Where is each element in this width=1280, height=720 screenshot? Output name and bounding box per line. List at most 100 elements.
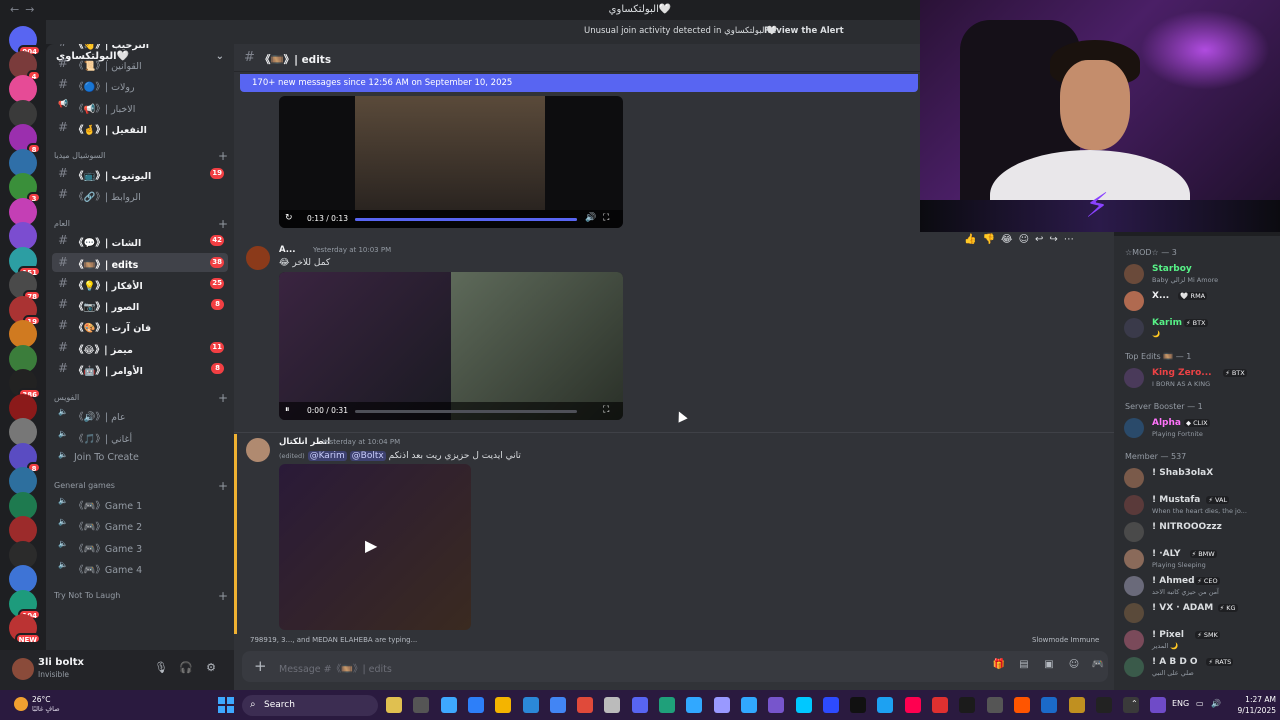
server-icon[interactable]: NEW (9, 614, 41, 644)
history-nav-icon[interactable]: ←→ (10, 3, 40, 16)
avatar[interactable] (12, 658, 34, 680)
avatar[interactable] (246, 246, 270, 270)
plus-icon[interactable]: + (254, 657, 267, 675)
taskbar-app-icon[interactable] (932, 697, 948, 713)
add-channel-icon[interactable]: + (218, 479, 228, 493)
review-alert-button[interactable]: Review the Alert (764, 26, 844, 36)
add-channel-icon[interactable]: + (218, 589, 228, 603)
taskbar-app-icon[interactable] (522, 697, 539, 713)
mention[interactable]: @Boltx (349, 451, 386, 461)
channel-item[interactable]: # 《📜》| القوانين (52, 54, 228, 73)
channel-item[interactable]: 🔈 《🎮》Game 4 (52, 558, 228, 577)
add-channel-icon[interactable]: + (218, 149, 228, 163)
new-messages-bar[interactable]: 170+ new messages since 12:56 AM on Sept… (240, 74, 918, 92)
laugh-icon[interactable]: 😂 (1001, 234, 1013, 252)
member-item[interactable]: ! Pixel ⚡ SMK المدير 🌙 (1122, 627, 1274, 653)
sticker-icon[interactable]: ▣ (1042, 659, 1056, 673)
channel-item[interactable]: 📢 《📢》| الاخبار (52, 97, 228, 116)
taskbar-app-icon[interactable] (631, 697, 648, 713)
server-icon[interactable] (9, 418, 37, 446)
volume-icon[interactable]: 🔊 (1211, 699, 1221, 708)
channel-item[interactable]: # 《🤖》| الأوامر 8 (52, 359, 228, 378)
taskbar-app-icon[interactable] (1068, 697, 1085, 713)
video-progress[interactable] (355, 218, 577, 221)
channel-category[interactable]: General games + (54, 479, 230, 495)
fullscreen-icon[interactable]: ⛶ (603, 405, 609, 415)
headphones-icon[interactable]: 🎧 (179, 661, 193, 675)
server-icon[interactable] (9, 75, 37, 103)
channel-item[interactable]: # 《💬》| الشات 42 (52, 231, 228, 250)
windows-start-icon[interactable] (218, 697, 234, 713)
pause-icon[interactable]: ⏸ (285, 405, 290, 415)
language-indicator[interactable]: ENG (1172, 699, 1189, 708)
network-icon[interactable]: ▭ (1196, 699, 1204, 708)
taskbar-app-icon[interactable] (904, 697, 921, 713)
channel-item[interactable]: # 《📺》| اليوتيوب 19 (52, 164, 228, 183)
channel-item[interactable]: 🔈 《🎮》Game 1 (52, 494, 228, 513)
server-icon[interactable]: 386 (9, 369, 41, 399)
taskbar-app-icon[interactable] (959, 697, 976, 713)
server-icon[interactable] (9, 467, 37, 495)
member-item[interactable]: ! NITROOOzzz (1122, 519, 1274, 545)
taskbar-app-icon[interactable] (413, 697, 430, 713)
gift-icon[interactable]: 🎁 (992, 659, 1006, 673)
channel-item[interactable]: # 《🎞️》| edits 38 (52, 253, 228, 272)
server-icon[interactable]: 78 (9, 271, 41, 301)
channel-item[interactable]: # 《💡》| الأفكار 25 (52, 274, 228, 293)
fullscreen-icon[interactable]: ⛶ (603, 213, 609, 223)
server-icon[interactable]: 8 (9, 124, 41, 154)
taskbar-app-icon[interactable] (549, 697, 566, 713)
channel-item[interactable]: # 《🤞》| التفعيل (52, 118, 228, 137)
server-icon[interactable] (9, 516, 37, 544)
taskbar-app-icon[interactable] (822, 697, 839, 713)
member-item[interactable]: Starboy Baby لزالي Mi Amore (1122, 261, 1274, 287)
message-composer[interactable]: + Message #《🎞️》| edits 🎁 ▤ ▣ ☺ 🎮 (242, 651, 1108, 682)
server-icon[interactable]: 904 (9, 26, 41, 56)
member-item[interactable]: ! Mustafa ⚡ VAL When the heart dies, the j… (1122, 492, 1274, 518)
gif-icon[interactable]: ▤ (1017, 659, 1031, 673)
taskbar-app-icon[interactable] (850, 697, 867, 713)
member-item[interactable]: Karim ⚡ BTX 🌙 (1122, 315, 1274, 341)
taskbar-app-icon[interactable] (440, 697, 457, 713)
message-input[interactable]: Message #《🎞️》| edits (279, 661, 392, 675)
play-icon[interactable]: ▶ (365, 536, 377, 555)
member-item[interactable]: Alpha ◆ CLIX Playing Fortnite (1122, 415, 1274, 441)
taskbar-app-icon[interactable] (1095, 697, 1112, 713)
channel-item[interactable]: 🔈 Join To Create (52, 448, 228, 467)
gear-icon[interactable]: ⚙ (204, 661, 218, 675)
taskbar-app-icon[interactable] (495, 697, 512, 713)
taskbar-app-icon[interactable] (1150, 697, 1167, 713)
server-icon[interactable] (9, 565, 37, 593)
channel-item[interactable]: # 《🔵》| رولات (52, 75, 228, 94)
taskbar-app-icon[interactable] (467, 697, 484, 713)
avatar[interactable] (246, 438, 270, 462)
taskbar-app-icon[interactable] (686, 697, 703, 713)
microphone-icon[interactable]: 🎙 (154, 661, 168, 675)
member-item[interactable]: King Zero... ⚡ BTX I BORN AS A KING (1122, 365, 1274, 391)
more-icon[interactable]: ⋯ (1064, 234, 1074, 252)
channel-item[interactable]: 🔈 《🎵》| أغاني (52, 427, 228, 446)
chevron-up-icon[interactable]: ⌃ (1131, 699, 1138, 708)
channel-item[interactable]: # 《👋》| الترحيب (52, 44, 228, 52)
channel-category[interactable]: Try Not To Laugh + (54, 589, 230, 605)
member-item[interactable]: ! Ahmed ⚡ CEO آمن من حيزي كاتبه الاحد (1122, 573, 1274, 599)
reply-icon[interactable]: ↩ (1035, 234, 1043, 252)
taskbar-app-icon[interactable] (877, 697, 894, 713)
message-author[interactable]: A... (279, 245, 295, 255)
emoji-icon[interactable]: ☺ (1067, 659, 1081, 673)
taskbar-app-icon[interactable] (659, 697, 675, 713)
taskbar-app-icon[interactable] (604, 697, 621, 713)
video-attachment[interactable]: ▶ (279, 464, 471, 630)
add-channel-icon[interactable]: + (218, 217, 228, 231)
apps-icon[interactable]: 🎮 (1091, 659, 1105, 673)
server-icon[interactable] (9, 320, 37, 348)
thumbs-up-icon[interactable]: 👍 (964, 234, 976, 252)
taskbar-app-icon[interactable] (768, 697, 785, 713)
replay-icon[interactable]: ↻ (285, 213, 293, 223)
server-icon[interactable] (9, 222, 37, 250)
taskbar-app-icon[interactable] (740, 697, 757, 713)
member-item[interactable]: ! Shab3olaX (1122, 465, 1274, 491)
video-attachment[interactable]: ↻ 0:13 / 0:13 🔊 ⛶ (279, 96, 623, 228)
taskbar-app-icon[interactable] (713, 697, 730, 713)
add-channel-icon[interactable]: + (218, 391, 228, 405)
